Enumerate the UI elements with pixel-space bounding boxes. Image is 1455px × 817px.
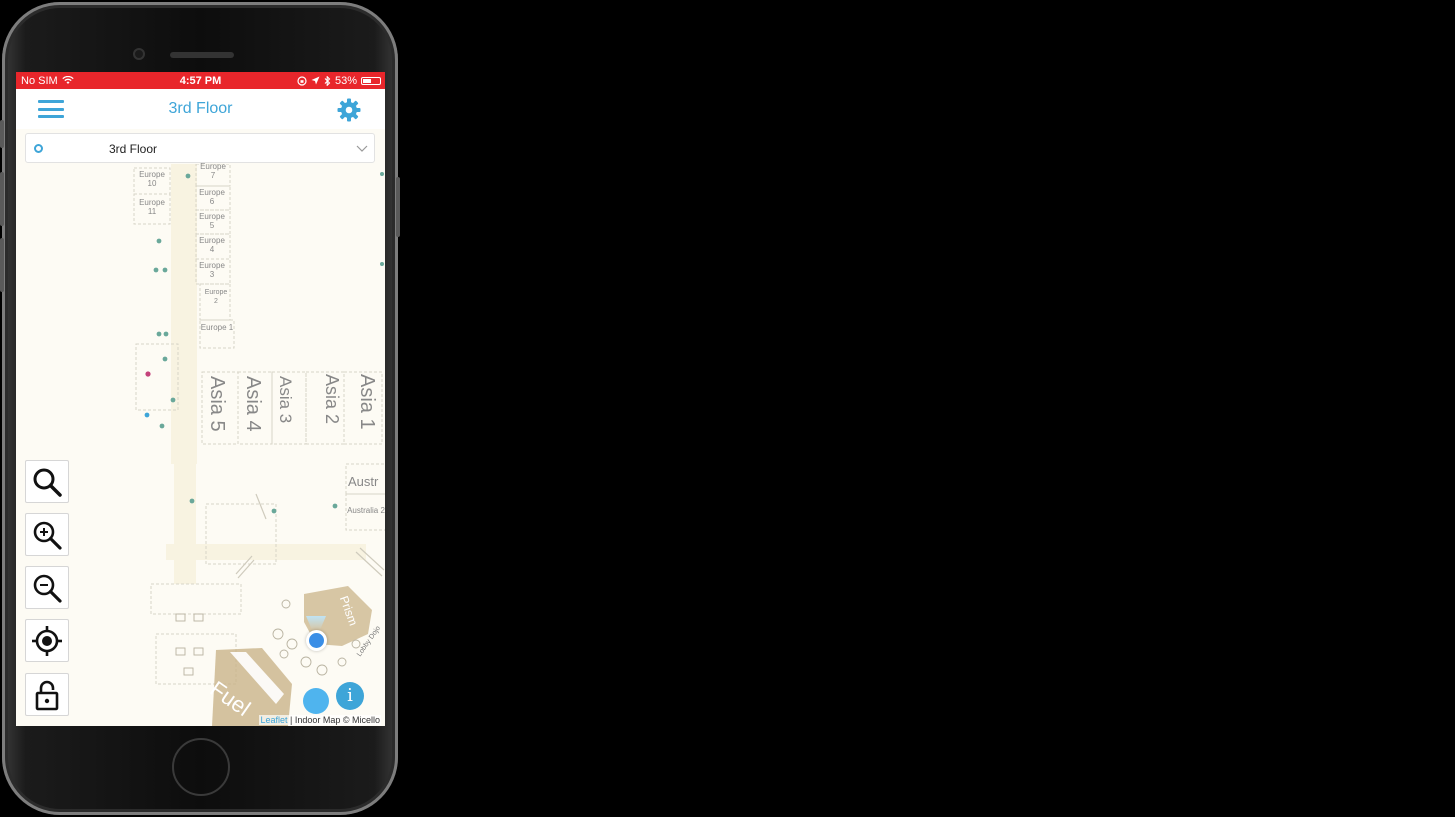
zoom-in-icon <box>33 521 62 550</box>
leaflet-link[interactable]: Leaflet <box>260 715 287 725</box>
page-title: 3rd Floor <box>168 100 233 117</box>
info-button[interactable]: i <box>336 682 364 710</box>
lock-button[interactable] <box>25 673 69 716</box>
app-screen: No SIM 4:57 PM 53% 3rd Floor 3rd Floor E… <box>16 72 385 726</box>
orientation-lock-icon <box>297 75 307 86</box>
zoom-out-button[interactable] <box>25 566 69 609</box>
room-label: Europe 10 <box>139 170 165 188</box>
room-label: Asia 4 <box>242 376 264 432</box>
zoom-in-button[interactable] <box>25 513 69 556</box>
unlock-icon <box>35 680 59 710</box>
room-label: Asia 3 <box>276 376 295 424</box>
room-label: Asia 2 <box>322 374 342 425</box>
room-label: Europe 3 <box>199 261 225 279</box>
nav-bar: 3rd Floor <box>16 89 385 129</box>
location-arrow-icon <box>311 76 320 85</box>
crosshair-icon <box>32 625 62 656</box>
chevron-down-icon <box>356 145 368 152</box>
volume-up-button <box>0 172 4 226</box>
bluetooth-icon <box>324 75 331 86</box>
room-label: Europe 4 <box>199 236 225 254</box>
power-button <box>396 177 400 237</box>
poi-location-marker[interactable] <box>303 688 329 714</box>
room-label: Europe 2 <box>204 289 228 305</box>
room-label: Europe 5 <box>199 212 225 230</box>
floor-selector[interactable]: 3rd Floor <box>25 133 375 163</box>
front-camera <box>133 48 145 60</box>
gear-icon[interactable] <box>337 98 361 122</box>
indoor-map[interactable]: Europe 10 Europe 11 Europe 7 Europe 6 Eu… <box>16 162 385 726</box>
floor-selector-value: 3rd Floor <box>109 142 158 156</box>
earpiece-speaker <box>170 52 234 58</box>
attribution-text: | Indoor Map © Micello <box>289 715 380 725</box>
volume-down-button <box>0 238 4 292</box>
battery-icon <box>361 76 381 85</box>
room-label: Asia 1 <box>356 374 378 430</box>
map-attribution: Leaflet | Indoor Map © Micello <box>259 715 381 725</box>
room-label: Australia 2 <box>347 506 385 515</box>
search-button[interactable] <box>25 460 69 503</box>
status-bar: No SIM 4:57 PM 53% <box>16 72 385 89</box>
room-label: Austr <box>348 474 379 489</box>
mute-switch <box>0 120 4 148</box>
floor-marker-icon <box>34 144 43 153</box>
room-label: Europe 1 <box>200 323 234 332</box>
zoom-out-icon <box>33 574 62 603</box>
current-location-marker <box>306 630 327 651</box>
room-label: Europe 7 <box>200 162 226 180</box>
room-label: Asia 5 <box>206 376 228 432</box>
room-label: Europe 11 <box>139 198 165 216</box>
room-label: Europe 6 <box>199 188 225 206</box>
home-button[interactable] <box>172 738 230 796</box>
locate-me-button[interactable] <box>25 619 69 662</box>
battery-percent: 53% <box>334 74 357 87</box>
search-icon <box>33 468 62 497</box>
